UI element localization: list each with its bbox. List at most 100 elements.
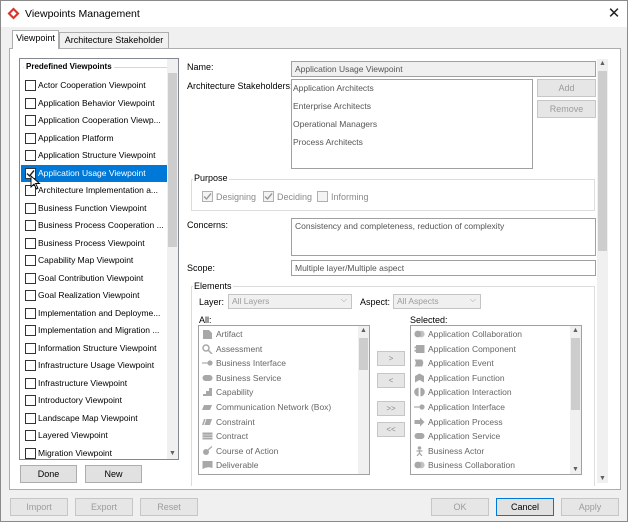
selected-element-item[interactable]: Business Collaboration	[413, 458, 563, 472]
predefined-viewpoints-list[interactable]: Predefined Viewpoints Actor Cooperation …	[19, 58, 179, 460]
viewpoint-item[interactable]: Layered Viewpoint	[21, 427, 167, 444]
tab-architecture-stakeholder[interactable]: Architecture Stakeholder	[59, 32, 169, 49]
viewpoint-checkbox[interactable]	[25, 395, 36, 406]
viewpoint-checkbox[interactable]	[25, 290, 36, 301]
viewpoint-item[interactable]: Infrastructure Viewpoint	[21, 375, 167, 392]
viewpoint-checkbox[interactable]	[25, 360, 36, 371]
viewpoint-item[interactable]: Information Structure Viewpoint	[21, 340, 167, 357]
viewpoint-item[interactable]: Goal Realization Viewpoint	[21, 287, 167, 304]
move-all-left-button[interactable]: <<	[377, 422, 405, 437]
selected-elements-scrollbar[interactable]: ▲ ▼	[570, 326, 581, 474]
reset-button[interactable]: Reset	[140, 498, 198, 516]
viewpoint-item[interactable]: Business Process Viewpoint	[21, 235, 167, 252]
designing-checkbox[interactable]	[202, 191, 213, 202]
import-button[interactable]: Import	[10, 498, 68, 516]
selected-elements-list[interactable]: Application Collaboration Application Com…	[410, 325, 582, 475]
stakeholder-item[interactable]: Process Architects	[293, 137, 363, 147]
close-icon[interactable]: ✕	[605, 5, 623, 23]
selected-element-item[interactable]: Application Service	[413, 429, 563, 443]
selected-element-item[interactable]: Application Interaction	[413, 385, 563, 399]
scroll-down-icon[interactable]: ▼	[167, 450, 178, 457]
scroll-up-icon[interactable]: ▲	[570, 327, 581, 334]
selected-element-item[interactable]: Application Event	[413, 356, 563, 370]
viewpoint-item[interactable]: Introductory Viewpoint	[21, 392, 167, 409]
export-button[interactable]: Export	[75, 498, 133, 516]
deciding-checkbox[interactable]	[263, 191, 274, 202]
viewpoint-item[interactable]: Capability Map Viewpoint	[21, 252, 167, 269]
scroll-down-icon[interactable]: ▼	[570, 466, 581, 473]
all-element-item[interactable]: Business Service	[201, 371, 351, 385]
viewpoint-checkbox[interactable]	[25, 80, 36, 91]
all-elements-scrollbar[interactable]: ▲	[358, 326, 369, 474]
scope-field[interactable]: Multiple layer/Multiple aspect	[291, 260, 596, 276]
all-element-item[interactable]: Assessment	[201, 342, 351, 356]
scroll-down-icon[interactable]: ▼	[597, 475, 608, 482]
viewpoint-checkbox[interactable]	[25, 325, 36, 336]
all-element-item[interactable]: Contract	[201, 429, 351, 443]
scroll-up-icon[interactable]: ▲	[597, 60, 608, 67]
viewpoint-item[interactable]: Landscape Map Viewpoint	[21, 410, 167, 427]
all-element-item[interactable]: Deliverable	[201, 458, 351, 472]
all-element-item[interactable]: Course of Action	[201, 444, 351, 458]
selected-element-item[interactable]: Application Function	[413, 371, 563, 385]
viewpoint-checkbox[interactable]	[25, 97, 36, 109]
all-element-item[interactable]: Communication Network (Box)	[201, 400, 351, 414]
viewpoint-item[interactable]: Application Structure Viewpoint	[21, 147, 167, 164]
selected-element-item[interactable]: Application Interface	[413, 400, 563, 414]
viewpoint-item[interactable]: Application Behavior Viewpoint	[21, 95, 167, 112]
viewpoint-item[interactable]: Implementation and Deployme...	[21, 305, 167, 322]
stakeholder-item[interactable]: Operational Managers	[293, 119, 377, 129]
viewpoint-checkbox[interactable]	[25, 377, 36, 389]
viewpoint-checkbox[interactable]	[25, 272, 36, 284]
tab-viewpoint[interactable]: Viewpoint	[12, 30, 59, 49]
viewpoint-checkbox[interactable]	[25, 237, 36, 249]
viewpoint-checkbox[interactable]	[25, 447, 36, 459]
selected-scroll-thumb[interactable]	[571, 338, 580, 410]
all-element-item[interactable]: Constraint	[201, 415, 351, 429]
viewpoint-item[interactable]: Application Cooperation Viewp...	[21, 112, 167, 129]
viewpoint-checkbox[interactable]	[25, 412, 36, 424]
viewpoint-checkbox[interactable]	[25, 255, 36, 266]
all-element-item[interactable]: Artifact	[201, 327, 351, 341]
selected-element-item[interactable]: Application Collaboration	[413, 327, 563, 341]
remove-stakeholder-button[interactable]: Remove	[537, 100, 596, 118]
viewpoint-checkbox[interactable]	[25, 342, 36, 354]
viewpoint-checkbox[interactable]	[25, 150, 36, 161]
all-elements-list[interactable]: Artifact Assessment Business Interface Busi…	[198, 325, 370, 475]
viewpoint-item[interactable]: Business Function Viewpoint	[21, 200, 167, 217]
move-left-button[interactable]: <	[377, 373, 405, 388]
cancel-button[interactable]: Cancel	[496, 498, 554, 516]
all-element-item[interactable]: Business Interface	[201, 356, 351, 370]
viewpoints-scroll-thumb[interactable]	[168, 73, 177, 247]
stakeholder-item[interactable]: Enterprise Architects	[293, 101, 371, 111]
viewpoint-item[interactable]: Implementation and Migration ...	[21, 322, 167, 339]
aspect-dropdown[interactable]: All Aspects ⌵	[393, 294, 481, 309]
viewpoint-item[interactable]: Application Platform	[21, 130, 167, 147]
viewpoint-checkbox[interactable]	[25, 220, 36, 231]
form-scrollbar[interactable]: ▲ ▼	[597, 59, 608, 483]
stakeholder-item[interactable]: Application Architects	[293, 83, 374, 93]
viewpoint-item[interactable]: Infrastructure Usage Viewpoint	[21, 357, 167, 374]
new-button[interactable]: New	[85, 465, 142, 483]
selected-element-item[interactable]: Application Component	[413, 342, 563, 356]
name-field[interactable]: Application Usage Viewpoint	[291, 61, 596, 77]
viewpoint-item[interactable]: Actor Cooperation Viewpoint	[21, 77, 167, 94]
all-element-item[interactable]: Capability	[201, 385, 351, 399]
viewpoint-item[interactable]: Application Usage Viewpoint	[21, 164, 167, 182]
done-button[interactable]: Done	[20, 465, 77, 483]
form-scroll-thumb[interactable]	[598, 71, 607, 251]
selected-element-item[interactable]: Business Actor	[413, 444, 563, 458]
viewpoint-item[interactable]: Migration Viewpoint	[21, 445, 167, 460]
apply-button[interactable]: Apply	[561, 498, 619, 516]
viewpoint-checkbox[interactable]	[25, 115, 36, 126]
selected-element-item[interactable]: Application Process	[413, 415, 563, 429]
viewpoint-item[interactable]: Business Process Cooperation ...	[21, 217, 167, 234]
informing-checkbox[interactable]	[317, 191, 328, 202]
add-stakeholder-button[interactable]: Add	[537, 79, 596, 97]
viewpoint-item[interactable]: Goal Contribution Viewpoint	[21, 270, 167, 287]
viewpoint-checkbox[interactable]	[25, 202, 36, 214]
viewpoint-checkbox[interactable]	[25, 307, 36, 319]
concerns-field[interactable]: Consistency and completeness, reduction …	[291, 218, 596, 256]
viewpoint-item[interactable]: Architecture Implementation a...	[21, 182, 167, 199]
move-right-button[interactable]: >	[377, 351, 405, 366]
